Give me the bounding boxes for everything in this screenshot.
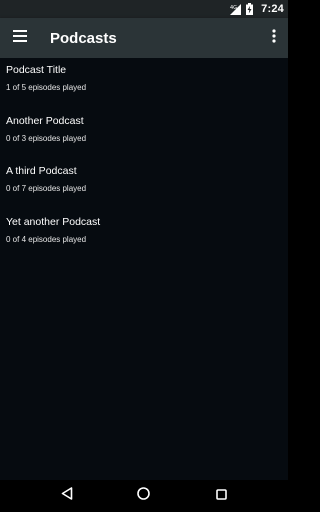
- podcast-title: Yet another Podcast: [6, 215, 101, 228]
- system-navigation-bar: [0, 480, 288, 512]
- episodes-played: 0 of 3 episodes played: [6, 133, 87, 143]
- navigation-drawer-button[interactable]: [0, 18, 40, 58]
- podcast-title: A third Podcast: [6, 165, 77, 177]
- episodes-played: 0 of 7 episodes played: [6, 184, 87, 193]
- battery-charging-icon: [246, 3, 254, 15]
- status-icons: 4G 7:24: [230, 3, 284, 15]
- list-item[interactable]: Podcast Title 1 of 5 episodes played: [0, 58, 288, 109]
- data-signal-icon: 4G: [230, 3, 242, 15]
- home-circle-icon: [137, 487, 151, 505]
- app-bar: Podcasts: [0, 18, 288, 58]
- home-button[interactable]: [129, 481, 159, 511]
- podcast-title: Podcast Title: [6, 64, 67, 76]
- episodes-played: 1 of 5 episodes played: [6, 83, 87, 92]
- podcast-title: Another Podcast: [6, 114, 84, 127]
- podcast-list: Podcast Title 1 of 5 episodes played Ano…: [0, 58, 288, 480]
- status-time: 7:24: [261, 3, 284, 15]
- overflow-menu-button[interactable]: [260, 18, 288, 58]
- list-item[interactable]: A third Podcast 0 of 7 episodes played: [0, 159, 288, 210]
- list-item[interactable]: Yet another Podcast 0 of 4 episodes play…: [0, 210, 288, 261]
- back-button[interactable]: [52, 481, 82, 511]
- recents-square-icon: [216, 487, 227, 505]
- status-bar: 4G 7:24: [0, 0, 288, 18]
- page-title: Podcasts: [50, 29, 117, 47]
- episodes-played: 0 of 4 episodes played: [6, 234, 87, 244]
- svg-text:4G: 4G: [230, 5, 237, 11]
- back-triangle-icon: [61, 487, 73, 505]
- more-vert-icon: [272, 28, 276, 48]
- list-item[interactable]: Another Podcast 0 of 3 episodes played: [0, 109, 288, 160]
- hamburger-menu-icon: [13, 29, 27, 47]
- recents-button[interactable]: [206, 481, 236, 511]
